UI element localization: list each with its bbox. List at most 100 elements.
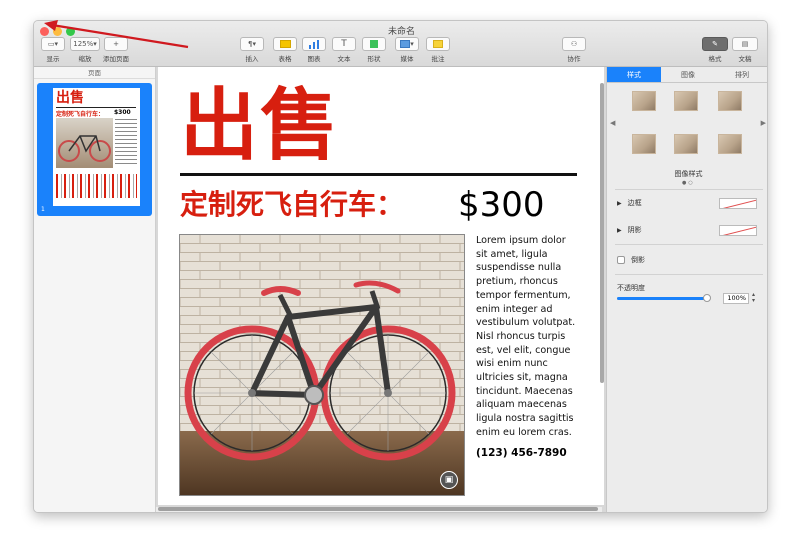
price-text[interactable]: $300: [458, 186, 545, 224]
paragraph-icon: ¶▾: [248, 40, 256, 48]
bike-photo[interactable]: ▣: [179, 234, 465, 496]
image-style-swatch[interactable]: [632, 91, 656, 111]
photo-icon: [400, 40, 411, 48]
border-label: 边框: [627, 199, 642, 207]
comment-icon: [433, 40, 443, 48]
chart-tool[interactable]: 图表: [302, 37, 326, 63]
media-tool[interactable]: ▾ 媒体: [395, 37, 419, 63]
thumbnail-subheading: 定制死飞自行车：: [56, 111, 105, 118]
subheading-text[interactable]: 定制死飞自行车：: [180, 187, 404, 223]
zoom-value: 125%: [73, 40, 94, 48]
shadow-row[interactable]: ▶ 阴影: [617, 225, 642, 235]
document-tool[interactable]: ▤ 文稿: [732, 37, 758, 63]
zoom-select[interactable]: 125% ▾: [70, 37, 100, 51]
zoom-tool[interactable]: 125% ▾ 缩放: [70, 37, 100, 63]
zoom-label: 缩放: [78, 55, 92, 63]
chevron-down-icon: ▾: [410, 40, 414, 48]
chevron-right-icon[interactable]: ▶: [761, 119, 766, 127]
format-button[interactable]: ✎: [702, 37, 728, 51]
add-page-tool[interactable]: + 添加页面: [103, 37, 129, 63]
phone-number[interactable]: (123) 456-7890: [476, 447, 567, 459]
border-style-well[interactable]: [719, 198, 757, 209]
opacity-slider-fill: [617, 297, 707, 300]
table-button[interactable]: [273, 37, 297, 51]
horizontal-scroll-thumb[interactable]: [158, 507, 598, 511]
image-style-swatch[interactable]: [674, 91, 698, 111]
document-button[interactable]: ▤: [732, 37, 758, 51]
opacity-stepper[interactable]: ▴ ▾: [752, 292, 755, 304]
body-text[interactable]: Lorem ipsum dolor sit amet, ligula suspe…: [476, 234, 576, 440]
tab-arrange[interactable]: 排列: [715, 67, 767, 82]
opacity-slider-knob[interactable]: [703, 294, 711, 302]
view-label: 显示: [46, 55, 60, 63]
disclosure-triangle-icon[interactable]: ▶: [617, 200, 622, 207]
thumbnail-rule: [56, 107, 136, 108]
style-pager-dots[interactable]: ●○: [682, 180, 695, 186]
shape-button[interactable]: [362, 37, 386, 51]
page-thumbnail[interactable]: 出售 定制死飞自行车： $300: [53, 88, 140, 206]
comment-tool[interactable]: 批注: [426, 37, 450, 63]
media-button[interactable]: ▾: [395, 37, 419, 51]
image-style-swatch[interactable]: [718, 134, 742, 154]
vertical-scrollbar[interactable]: [600, 83, 604, 383]
insert-label: 插入: [245, 55, 259, 63]
tab-style[interactable]: 样式: [607, 67, 661, 82]
collaborate-button[interactable]: ⚇: [562, 37, 586, 51]
shadow-style-well[interactable]: [719, 225, 757, 236]
collaborate-tool[interactable]: ⚇ 协作: [562, 37, 586, 63]
format-label: 格式: [708, 55, 722, 63]
opacity-slider[interactable]: [617, 294, 711, 302]
opacity-label: 不透明度: [617, 284, 645, 292]
chart-button[interactable]: [302, 37, 326, 51]
shape-icon: [370, 40, 378, 48]
border-row[interactable]: ▶ 边框: [617, 198, 642, 208]
add-page-button[interactable]: +: [104, 37, 128, 51]
insert-tool[interactable]: ¶▾ 插入: [240, 37, 264, 63]
chevron-left-icon[interactable]: ◀: [610, 119, 615, 127]
reflection-label: 倒影: [631, 256, 645, 264]
heading-text[interactable]: 出售: [180, 81, 340, 171]
view-tool[interactable]: ▭▾ 显示: [41, 37, 65, 63]
pages-window: 未命名 ▭▾ 显示 125% ▾ 缩放 + 添加页面 ¶▾ 插入 表格 图表 T…: [33, 20, 768, 513]
comment-button[interactable]: [426, 37, 450, 51]
thumbnail-tear-tabs: [56, 174, 137, 198]
insert-button[interactable]: ¶▾: [240, 37, 264, 51]
image-style-swatch[interactable]: [718, 91, 742, 111]
shape-tool[interactable]: 形状: [362, 37, 386, 63]
text-button[interactable]: T: [332, 37, 356, 51]
view-button[interactable]: ▭▾: [41, 37, 65, 51]
replace-image-icon[interactable]: ▣: [440, 471, 458, 489]
text-tool[interactable]: T 文本: [332, 37, 356, 63]
image-styles-label: 图像样式: [674, 170, 703, 178]
image-style-swatch[interactable]: [674, 134, 698, 154]
divider: [615, 274, 763, 275]
thumbnail-bike-photo: [56, 118, 113, 168]
reflection-row[interactable]: 倒影: [617, 255, 645, 265]
format-tool[interactable]: ✎ 格式: [702, 37, 728, 63]
table-tool[interactable]: 表格: [273, 37, 297, 63]
horizontal-scrollbar[interactable]: [156, 507, 602, 512]
document-icon: ▤: [741, 40, 749, 48]
media-label: 媒体: [400, 55, 414, 63]
add-page-label: 添加页面: [103, 55, 129, 63]
page-thumbnail-selected[interactable]: 出售 定制死飞自行车： $300 1: [37, 83, 152, 216]
document-canvas[interactable]: 出售 定制死飞自行车： $300 ▣ Lorem ipsum dolor sit…: [156, 67, 606, 512]
disclosure-triangle-icon[interactable]: ▶: [617, 227, 622, 234]
thumbnail-price: $300: [114, 109, 131, 116]
tab-image[interactable]: 图像: [661, 67, 715, 82]
divider: [615, 244, 763, 245]
chart-label: 图表: [307, 55, 321, 63]
thumbnail-heading: 出售: [56, 90, 84, 106]
inspector-tabs: 样式 图像 排列: [607, 67, 767, 83]
page-thumbnails-sidebar: 页面 出售 定制死飞自行车： $300 1: [34, 67, 156, 512]
chevron-down-icon: ▾: [93, 40, 97, 48]
text-box-icon: T: [341, 39, 347, 49]
divider: [615, 189, 763, 190]
reflection-checkbox[interactable]: [617, 256, 625, 264]
document-page[interactable]: 出售 定制死飞自行车： $300 ▣ Lorem ipsum dolor sit…: [158, 67, 604, 505]
title-bar: 未命名 ▭▾ 显示 125% ▾ 缩放 + 添加页面 ¶▾ 插入 表格 图表 T…: [34, 21, 767, 67]
image-style-swatch[interactable]: [632, 134, 656, 154]
opacity-value-field[interactable]: 100%: [723, 293, 749, 304]
collaborate-label: 协作: [567, 55, 581, 63]
document-label: 文稿: [738, 55, 752, 63]
